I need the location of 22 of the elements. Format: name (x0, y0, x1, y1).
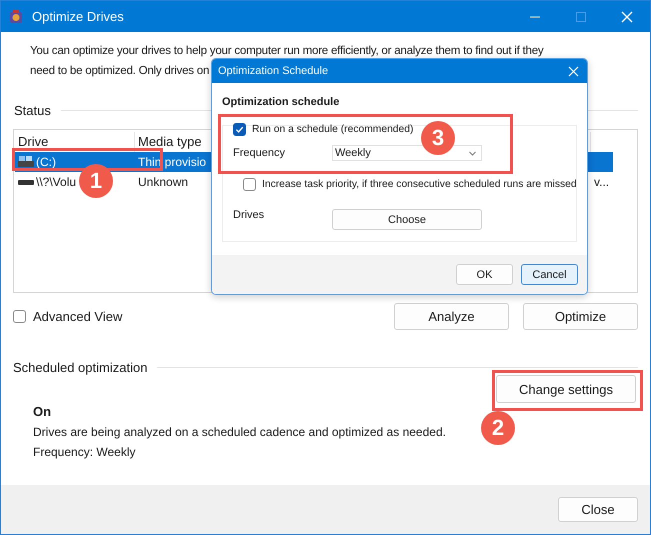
table-cell: \\?\Volu (36, 175, 76, 189)
description-text: Drives are being analyzed on a scheduled cadence and optimized as needed. (33, 425, 447, 439)
checkbox-label: Increase task priority, if three consecutive scheduled runs are missed (262, 179, 577, 190)
table-cell: Thin provisio (138, 155, 206, 169)
table-cell: Unknown (138, 175, 188, 189)
table-cell: (C:) (36, 155, 56, 169)
table-cell: v... (594, 175, 610, 189)
window-title: Optimize Drives (32, 9, 125, 24)
field-label: Frequency (233, 147, 286, 159)
field-label: Drives (233, 209, 266, 221)
step-badge: 1 (79, 164, 113, 198)
status-text: On (33, 404, 52, 419)
description-text: You can optimize your drives to help your computer run more efficiently, or analyze them to find out if they (30, 43, 544, 59)
section-label: Scheduled optimization (13, 360, 148, 375)
dialog-title: Optimization Schedule (217, 65, 330, 77)
step-badge: 2 (481, 411, 515, 445)
checkbox-label: Run on a schedule (recommended) (252, 124, 414, 135)
section-label: Status (14, 103, 51, 118)
checkbox-label: Advanced View (33, 309, 122, 324)
section-heading: Optimization schedule (222, 96, 340, 108)
description-text: need to be optimized. Only drives on (30, 63, 210, 79)
frequency-text: Frequency: Weekly (33, 445, 136, 459)
